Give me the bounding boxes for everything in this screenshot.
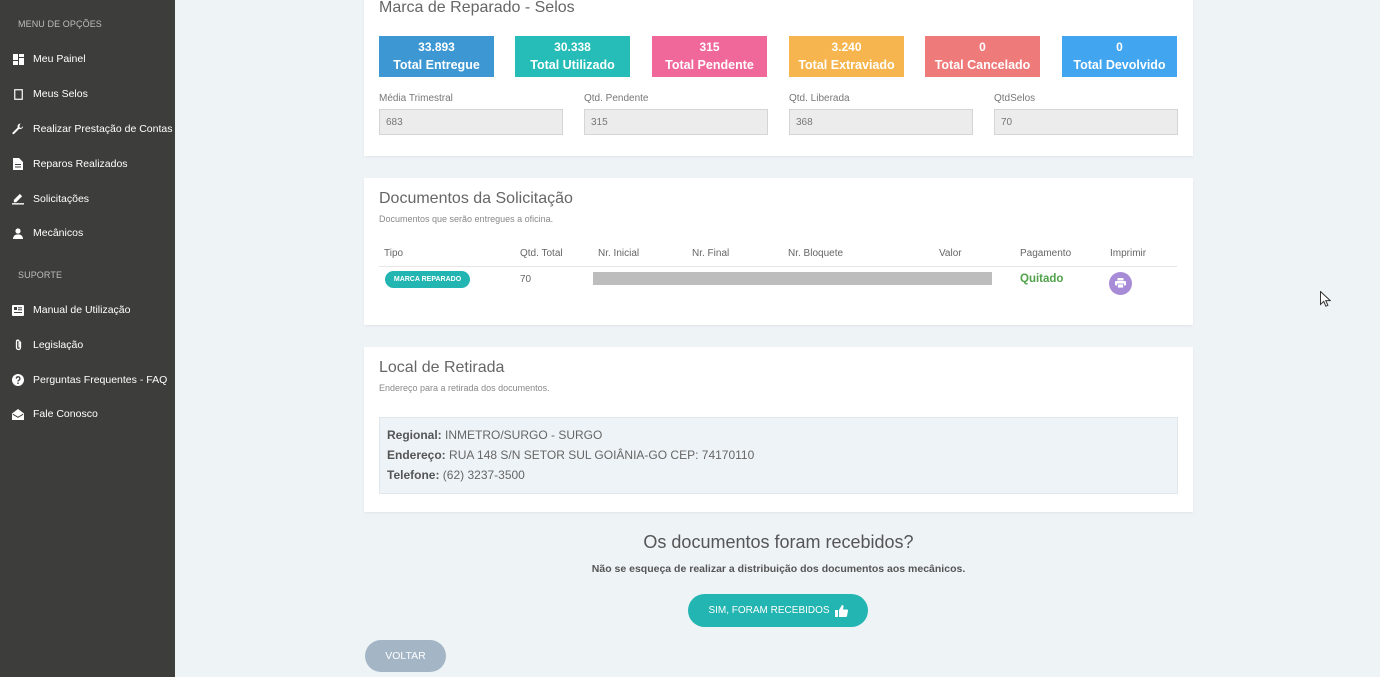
col-nr-bloquete: Nr. Bloquete — [788, 248, 844, 259]
cell-qtd-total: 70 — [520, 274, 532, 285]
col-imprimir: Imprimir — [1110, 248, 1147, 259]
sidebar-item-label: Meus Selos — [33, 88, 88, 100]
dashboard-icon — [12, 53, 24, 65]
telefone-value: (62) 3237-3500 — [442, 468, 525, 482]
regional-value: INMETRO/SURGO - SURGO — [445, 428, 603, 442]
telefone-line: Telefone: (62) 3237-3500 — [387, 468, 525, 482]
sidebar-item-label: Legislação — [33, 339, 84, 351]
sidebar-item-legislacao[interactable]: Legislação — [0, 334, 175, 356]
book-icon — [12, 304, 24, 316]
stat-label: Total Pendente — [665, 58, 754, 72]
paperclip-icon — [12, 339, 24, 351]
print-button[interactable] — [1109, 272, 1132, 295]
sidebar-item-prestacao-contas[interactable]: Realizar Prestação de Contas — [0, 118, 175, 140]
table-header-divider — [379, 266, 1177, 267]
envelope-icon — [12, 408, 24, 420]
sidebar-item-mecanicos[interactable]: Mecânicos — [0, 222, 175, 244]
stat-value: 0 — [1116, 40, 1123, 54]
mouse-cursor-icon — [1320, 291, 1331, 307]
col-pagamento: Pagamento — [1020, 248, 1072, 259]
stat-total-devolvido: 0 Total Devolvido — [1062, 36, 1177, 77]
telefone-label: Telefone: — [387, 468, 440, 482]
stat-label: Total Cancelado — [934, 58, 1031, 72]
stat-label: Total Extraviado — [798, 58, 895, 72]
sidebar-section-suporte: SUPORTE — [18, 270, 63, 280]
stat-value: 3.240 — [831, 40, 862, 54]
qtd-pendente-label: Qtd. Pendente — [584, 93, 649, 104]
stat-total-extraviado: 3.240 Total Extraviado — [789, 36, 904, 77]
confirm-received-button[interactable]: SIM, FORAM RECEBIDOS — [688, 594, 868, 627]
qtd-liberada-field[interactable]: 368 — [789, 109, 973, 135]
media-trimestral-label: Média Trimestral — [379, 93, 453, 104]
sidebar-item-meus-selos[interactable]: Meus Selos — [0, 83, 175, 105]
stat-total-entregue: 33.893 Total Entregue — [379, 36, 494, 77]
back-button[interactable]: VOLTAR — [365, 640, 446, 672]
redacted-values — [593, 272, 992, 285]
stat-value: 30.338 — [554, 40, 591, 54]
sidebar-item-label: Solicitações — [33, 193, 90, 205]
sidebar-item-label: Realizar Prestação de Contas — [33, 123, 173, 135]
pagamento-status: Quitado — [1020, 273, 1064, 285]
sidebar-item-meu-painel[interactable]: Meu Painel — [0, 48, 175, 70]
selos-title: Marca de Reparado - Selos — [379, 0, 575, 16]
col-qtd-total: Qtd. Total — [520, 248, 563, 259]
regional-label: Regional: — [387, 428, 442, 442]
stat-label: Total Entregue — [393, 58, 480, 72]
col-nr-inicial: Nr. Inicial — [598, 248, 640, 259]
endereco-value: RUA 148 S/N SETOR SUL GOIÂNIA-GO CEP: 74… — [449, 448, 755, 462]
stat-total-cancelado: 0 Total Cancelado — [925, 36, 1040, 77]
sidebar-item-solicitacoes[interactable]: Solicitações — [0, 188, 175, 210]
tipo-badge: MARCA REPARADO — [385, 271, 470, 288]
media-trimestral-field[interactable]: 683 — [379, 109, 563, 135]
sidebar-item-fale-conosco[interactable]: Fale Conosco — [0, 403, 175, 425]
thumbs-up-icon — [834, 604, 848, 617]
col-valor: Valor — [939, 248, 962, 259]
stat-label: Total Utilizado — [530, 58, 615, 72]
confirm-question: Os documentos foram recebidos? — [643, 532, 914, 552]
qtd-pendente-field[interactable]: 315 — [584, 109, 768, 135]
user-icon — [12, 227, 24, 239]
endereco-line: Endereço: RUA 148 S/N SETOR SUL GOIÂNIA-… — [387, 448, 754, 462]
document-icon — [12, 158, 24, 170]
sidebar: MENU DE OPÇÕES Meu Painel Meus Selos Rea… — [0, 0, 175, 677]
confirm-button-label: SIM, FORAM RECEBIDOS — [708, 605, 830, 616]
documentos-subtitle: Documentos que serão entregues a oficina… — [379, 214, 554, 224]
sidebar-item-label: Fale Conosco — [33, 408, 98, 420]
endereco-label: Endereço: — [387, 448, 446, 462]
local-subtitle: Endereço para a retirada dos documentos. — [379, 383, 550, 393]
local-title: Local de Retirada — [379, 359, 505, 376]
sidebar-item-reparos-realizados[interactable]: Reparos Realizados — [0, 153, 175, 175]
qtd-liberada-label: Qtd. Liberada — [789, 93, 850, 104]
col-nr-final: Nr. Final — [692, 248, 730, 259]
qtd-selos-field[interactable]: 70 — [994, 109, 1178, 135]
qtd-selos-label: QtdSelos — [994, 93, 1036, 104]
square-icon — [12, 88, 24, 100]
stat-value: 33.893 — [418, 40, 455, 54]
question-icon — [12, 374, 24, 386]
sidebar-item-label: Manual de Utilização — [33, 304, 131, 316]
sidebar-item-manual[interactable]: Manual de Utilização — [0, 299, 175, 321]
sidebar-item-label: Reparos Realizados — [33, 158, 128, 170]
sidebar-item-label: Perguntas Frequentes - FAQ — [33, 374, 168, 386]
col-tipo: Tipo — [384, 248, 404, 259]
sidebar-item-faq[interactable]: Perguntas Frequentes - FAQ — [0, 369, 175, 391]
documentos-title: Documentos da Solicitação — [379, 190, 573, 207]
confirm-note: Não se esqueça de realizar a distribuiçã… — [591, 563, 966, 575]
pencil-icon — [12, 193, 24, 205]
printer-icon — [1115, 275, 1126, 293]
stat-total-utilizado: 30.338 Total Utilizado — [515, 36, 630, 77]
stat-label: Total Devolvido — [1073, 58, 1166, 72]
stat-total-pendente: 315 Total Pendente — [652, 36, 767, 77]
stat-value: 0 — [979, 40, 986, 54]
sidebar-section-menu: MENU DE OPÇÕES — [18, 19, 102, 29]
regional-line: Regional: INMETRO/SURGO - SURGO — [387, 428, 602, 442]
stat-value: 315 — [699, 40, 720, 54]
wrench-icon — [12, 123, 24, 135]
sidebar-item-label: Mecânicos — [33, 227, 84, 239]
sidebar-item-label: Meu Painel — [33, 53, 86, 65]
